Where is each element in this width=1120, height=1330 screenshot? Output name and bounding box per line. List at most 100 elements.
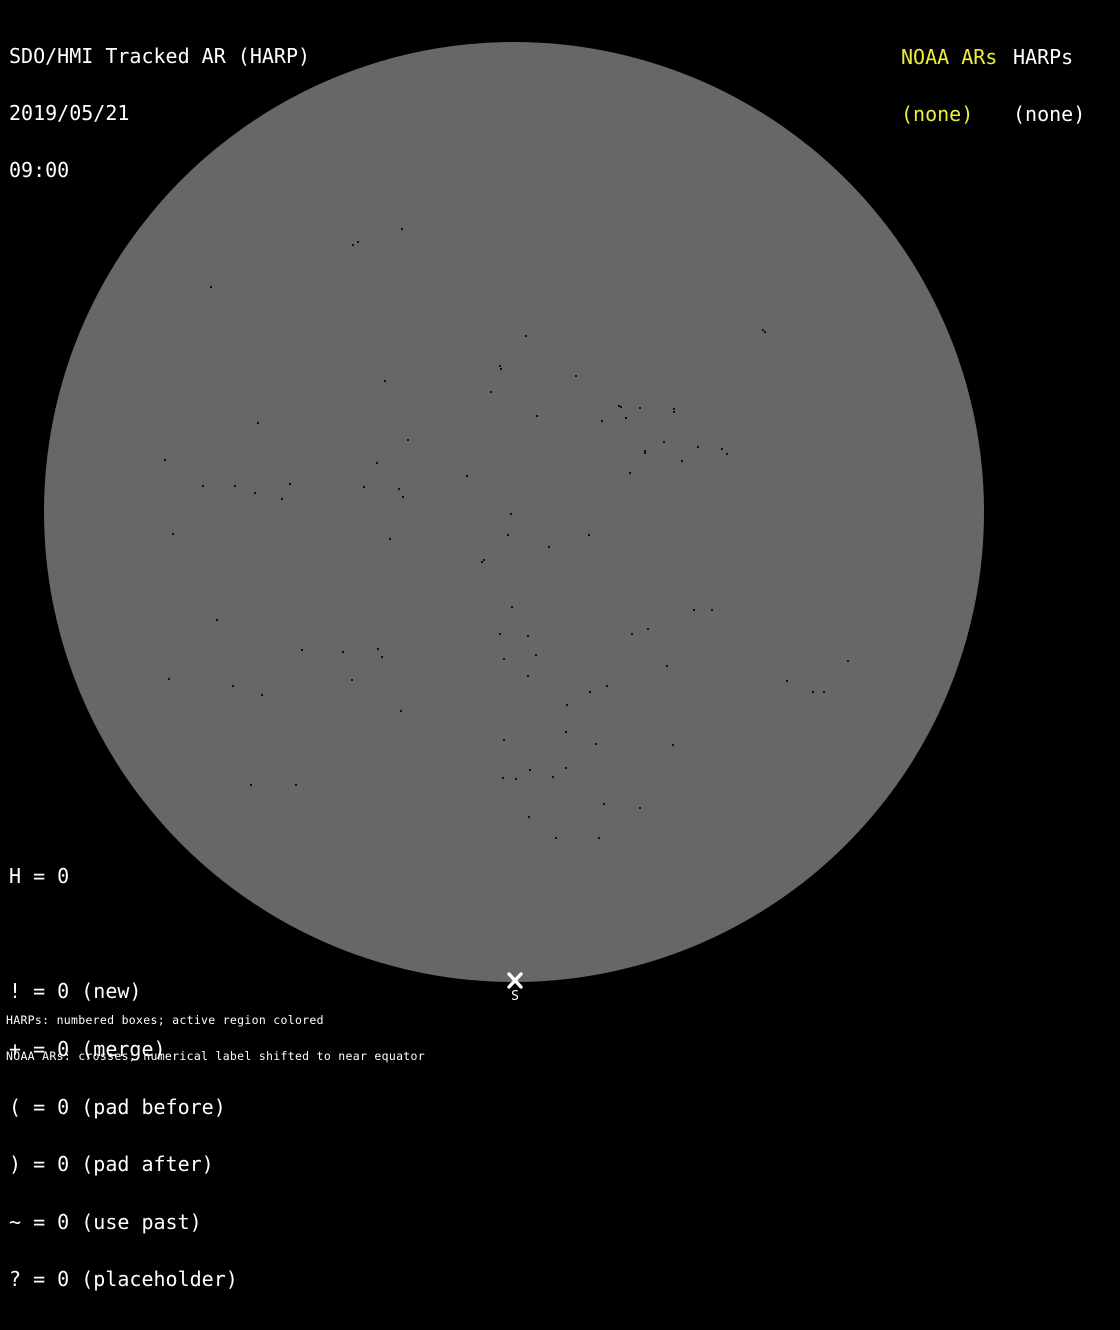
harps-value: (none) [1013, 102, 1086, 126]
legend-line-use-past: ~ = 0 (use past) [9, 1209, 202, 1234]
speck-dot [261, 694, 263, 696]
speck-dot [401, 228, 403, 230]
date-label: 2019/05/21 [9, 101, 130, 125]
speck-dot [598, 837, 600, 839]
speck-dot [503, 658, 505, 660]
speck-dot [400, 710, 402, 712]
speck-dot [589, 691, 591, 693]
speck-dot [603, 803, 605, 805]
speck-dot [172, 533, 174, 535]
speck-dot [164, 459, 166, 461]
speck-dot [672, 744, 674, 746]
speck-dot [407, 439, 409, 441]
harps-status: HARPs (none) [1013, 10, 1085, 162]
speck-dot [499, 633, 501, 635]
speck-dot [402, 496, 404, 498]
speck-dot [528, 816, 530, 818]
time-label: 09:00 [9, 158, 70, 182]
speck-dot [639, 807, 641, 809]
speck-dot [552, 776, 554, 778]
speck-dot [216, 619, 218, 621]
speck-dot [377, 648, 379, 650]
speck-dot [389, 538, 391, 540]
speck-dot [823, 691, 825, 693]
speck-dot [357, 241, 359, 243]
speck-dot [398, 488, 400, 490]
speck-dot [629, 472, 631, 474]
speck-dot [595, 743, 597, 745]
south-pole-marker: S [505, 972, 525, 1003]
speck-dot [500, 368, 502, 370]
speck-dot [588, 534, 590, 536]
speck-dot [281, 498, 283, 500]
speck-dot [644, 452, 646, 454]
page-title: SDO/HMI Tracked AR (HARP) [9, 44, 311, 68]
legend-harp-count: H = 0 [9, 864, 70, 889]
header-block: SDO/HMI Tracked AR (HARP) 2019/05/21 09:… [9, 9, 310, 218]
speck-dot [232, 685, 234, 687]
speck-dot [352, 244, 354, 246]
speck-dot [342, 651, 344, 653]
speck-dot [847, 660, 849, 662]
speck-dot [601, 420, 603, 422]
speck-dot [647, 628, 649, 630]
speck-dot [466, 475, 468, 477]
speck-dot [726, 453, 728, 455]
speck-dot [536, 415, 538, 417]
speck-dot [490, 391, 492, 393]
speck-dot [234, 485, 236, 487]
speck-dot [673, 411, 675, 413]
speck-dot [693, 609, 695, 611]
speck-dot [351, 679, 353, 681]
legend-line-placeholder: ? = 0 (placeholder) [9, 1267, 238, 1292]
speck-dot [289, 483, 291, 485]
solar-harp-map: SDO/HMI Tracked AR (HARP) 2019/05/21 09:… [0, 0, 1120, 1290]
speck-dot [529, 769, 531, 771]
legend-spacer [9, 925, 238, 944]
speck-dot [384, 380, 386, 382]
speck-dot [535, 654, 537, 656]
speck-dot [525, 335, 527, 337]
speck-dot [697, 446, 699, 448]
speck-dot [606, 685, 608, 687]
speck-dot [511, 606, 513, 608]
speck-dot [376, 462, 378, 464]
speck-dot [575, 375, 577, 377]
speck-dot [510, 513, 512, 515]
speck-dot [566, 704, 568, 706]
noaa-ars-value: (none) [901, 102, 974, 126]
speck-dot [639, 407, 641, 409]
speck-dot [548, 546, 550, 548]
speck-dot [527, 635, 529, 637]
legend-line-pad-after: ) = 0 (pad after) [9, 1152, 214, 1177]
speck-dot [620, 406, 622, 408]
speck-dot [786, 680, 788, 682]
noaa-ars-label: NOAA ARs [901, 45, 998, 69]
speck-dot [254, 492, 256, 494]
speck-dot [210, 286, 212, 288]
harps-label: HARPs [1013, 45, 1074, 69]
south-pole-label: S [511, 989, 519, 1004]
footnote-harps: HARPs: numbered boxes; active region col… [6, 1013, 324, 1027]
speck-dot [663, 441, 665, 443]
speck-dot [202, 485, 204, 487]
speck-dot [721, 448, 723, 450]
speck-dot [764, 331, 766, 333]
speck-dot [565, 767, 567, 769]
cross-icon [507, 972, 523, 989]
speck-dot [481, 561, 483, 563]
speck-dot [483, 559, 485, 561]
speck-dot [250, 784, 252, 786]
footnote-noaa: NOAA ARs: crosses; numerical label shift… [6, 1049, 425, 1063]
speck-dot [257, 422, 259, 424]
speck-dot [711, 609, 713, 611]
speck-dot [301, 649, 303, 651]
speck-dot [295, 784, 297, 786]
speck-dot [625, 417, 627, 419]
speck-dot [381, 656, 383, 658]
speck-dot [527, 675, 529, 677]
speck-dot [681, 460, 683, 462]
speck-dot [503, 739, 505, 741]
legend-line-pad-before: ( = 0 (pad before) [9, 1094, 226, 1119]
speck-dot [555, 837, 557, 839]
